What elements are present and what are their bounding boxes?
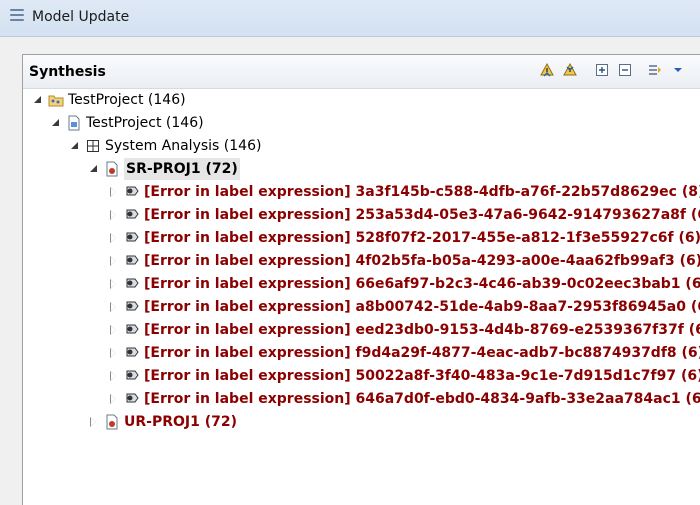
window-title: Model Update — [32, 9, 130, 25]
error-label: [Error in label expression] 50022a8f-3f4… — [144, 368, 700, 384]
panel-title: Synthesis — [29, 64, 106, 80]
tree-node-error[interactable]: [Error in label expression] 4f02b5fa-b05… — [109, 250, 700, 272]
error-element-icon — [124, 276, 140, 292]
error-label: [Error in label expression] 66e6af97-b2c… — [144, 276, 700, 292]
collapsed-toggle[interactable] — [109, 348, 119, 358]
error-label: [Error in label expression] 4f02b5fa-b05… — [144, 253, 700, 269]
view-menu-icon[interactable] — [10, 9, 24, 27]
expand-warnings-icon[interactable] — [539, 62, 555, 78]
synthesis-panel: Synthesis TestProject (146) TestProject … — [22, 54, 700, 505]
collapsed-toggle[interactable] — [109, 302, 119, 312]
error-element-icon — [124, 230, 140, 246]
collapsed-toggle[interactable] — [109, 394, 119, 404]
error-label: [Error in label expression] 528f07f2-201… — [144, 230, 700, 246]
error-label: [Error in label expression] 3a3f145b-c58… — [144, 184, 700, 200]
error-element-icon — [124, 184, 140, 200]
tree-node-system-analysis[interactable]: System Analysis (146) — [70, 135, 261, 157]
error-element-icon — [124, 299, 140, 315]
collapse-all-icon[interactable] — [617, 62, 633, 78]
expand-toggle[interactable] — [89, 164, 99, 174]
representation-error-icon — [104, 414, 120, 430]
window-title-bar: Model Update — [0, 0, 700, 37]
expand-all-icon[interactable] — [594, 62, 610, 78]
analysis-grid-icon — [85, 138, 101, 154]
filter-icon[interactable] — [647, 62, 663, 78]
tree-node-error[interactable]: [Error in label expression] 646a7d0f-ebd… — [109, 388, 700, 410]
tree-node-error[interactable]: [Error in label expression] a8b00742-51d… — [109, 296, 700, 318]
error-label: [Error in label expression] 253a53d4-05e… — [144, 207, 700, 223]
representation-error-icon — [104, 161, 120, 177]
collapsed-toggle[interactable] — [109, 325, 119, 335]
project-folder-icon — [48, 92, 64, 108]
collapsed-toggle[interactable] — [89, 417, 99, 427]
tree-node-error[interactable]: [Error in label expression] 528f07f2-201… — [109, 227, 700, 249]
expand-toggle[interactable] — [51, 118, 61, 128]
view-menu-chevron-icon[interactable] — [670, 62, 686, 78]
error-label: [Error in label expression] f9d4a29f-487… — [144, 345, 700, 361]
collapsed-toggle[interactable] — [109, 371, 119, 381]
expand-toggle[interactable] — [33, 95, 43, 105]
collapsed-toggle[interactable] — [109, 210, 119, 220]
collapsed-toggle[interactable] — [109, 233, 119, 243]
error-element-icon — [124, 253, 140, 269]
error-element-icon — [124, 391, 140, 407]
expand-toggle[interactable] — [70, 141, 80, 151]
tree-node-error[interactable]: [Error in label expression] 253a53d4-05e… — [109, 204, 700, 226]
tree-node-sr-proj1[interactable]: SR-PROJ1 (72) — [89, 158, 240, 180]
error-label: [Error in label expression] eed23db0-915… — [144, 322, 700, 338]
error-element-icon — [124, 368, 140, 384]
collapse-warnings-icon[interactable] — [562, 62, 578, 78]
error-label: [Error in label expression] 646a7d0f-ebd… — [144, 391, 700, 407]
collapsed-toggle[interactable] — [109, 187, 119, 197]
model-file-icon — [66, 115, 82, 131]
error-element-icon — [124, 207, 140, 223]
tree-node-error[interactable]: [Error in label expression] 3a3f145b-c58… — [109, 181, 700, 203]
panel-header: Synthesis — [23, 55, 700, 89]
tree-node-root-project[interactable]: TestProject (146) — [33, 89, 186, 111]
tree-node-error[interactable]: [Error in label expression] 50022a8f-3f4… — [109, 365, 700, 387]
error-element-icon — [124, 345, 140, 361]
tree-node-project[interactable]: TestProject (146) — [51, 112, 204, 134]
tree-node-error[interactable]: [Error in label expression] eed23db0-915… — [109, 319, 700, 341]
collapsed-toggle[interactable] — [109, 279, 119, 289]
collapsed-toggle[interactable] — [109, 256, 119, 266]
tree-label: TestProject (146) — [86, 115, 204, 131]
tree-node-error[interactable]: [Error in label expression] f9d4a29f-487… — [109, 342, 700, 364]
error-label: [Error in label expression] a8b00742-51d… — [144, 299, 700, 315]
tree-node-ur-proj1[interactable]: UR-PROJ1 (72) — [89, 411, 237, 433]
tree-label: System Analysis (146) — [105, 138, 262, 154]
error-element-icon — [124, 322, 140, 338]
tree-node-error[interactable]: [Error in label expression] 66e6af97-b2c… — [109, 273, 700, 295]
tree-label: TestProject (146) — [68, 92, 186, 108]
tree-label: SR-PROJ1 (72) — [124, 158, 240, 180]
tree-label: UR-PROJ1 (72) — [124, 414, 238, 430]
